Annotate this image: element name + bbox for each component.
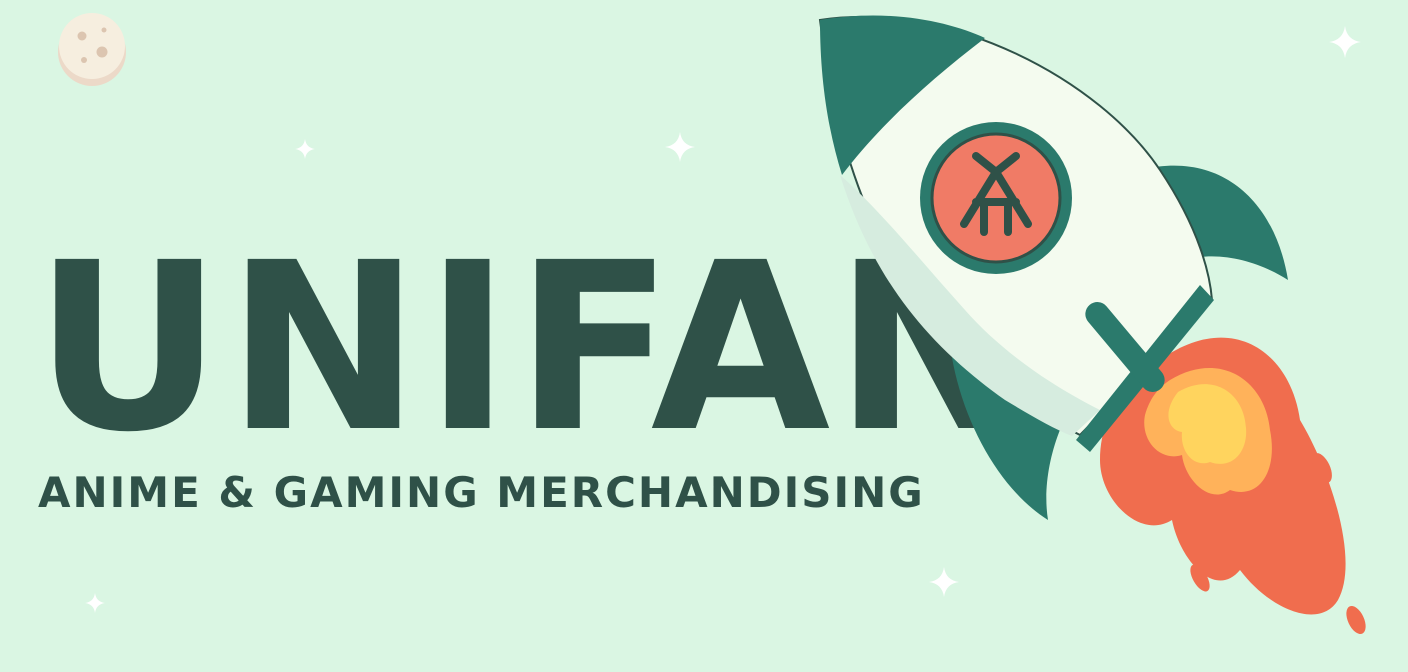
rocket-icon: [818, 15, 1366, 635]
sparkle-icon: [665, 132, 695, 162]
brand-emblem-icon: [920, 122, 1072, 274]
sparkle-icon: [295, 139, 315, 159]
moon-icon: [58, 13, 126, 86]
tagline: ANIME & GAMING MERCHANDISING: [38, 468, 925, 517]
sparkle-icon: [85, 593, 105, 613]
hero-banner: UNIFAN ANIME & GAMING MERCHANDISING: [0, 0, 1408, 672]
